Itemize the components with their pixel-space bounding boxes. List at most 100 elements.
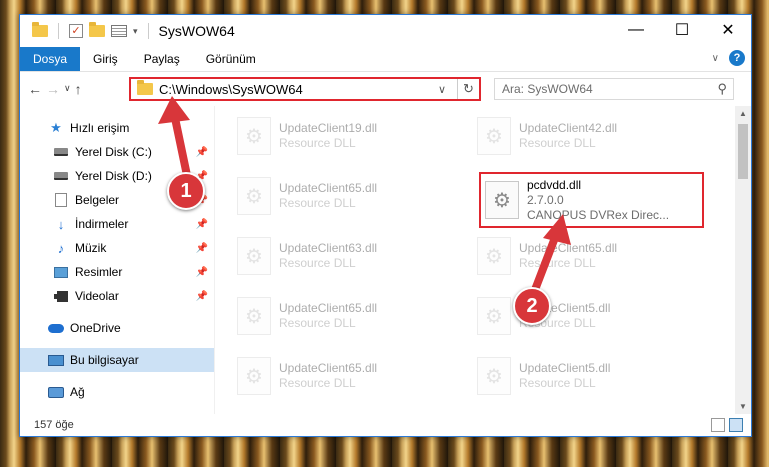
ribbon-tabs: Dosya Giriş Paylaş Görünüm ∨ ? <box>20 47 751 71</box>
item-count: 157 öğe <box>34 419 74 431</box>
file-name: UpdateClient63.dll <box>279 241 378 255</box>
file-item[interactable]: ⚙ UpdateClient65.dll Resource DLL <box>477 230 697 282</box>
step-badge-1: 1 <box>167 172 205 210</box>
address-bar[interactable]: C:\Windows\SysWOW64 ∨ ↻ <box>129 77 481 101</box>
file-item[interactable]: ⚙ UpdateClient63.dll Resource DLL <box>237 230 457 282</box>
sidebar-item-this-pc[interactable]: Bu bilgisayar <box>20 348 214 372</box>
back-arrow-icon[interactable]: ← <box>28 81 42 97</box>
tab-file[interactable]: Dosya <box>20 47 81 71</box>
file-description: Resource DLL <box>279 316 356 330</box>
sidebar-item-onedrive[interactable]: OneDrive <box>20 316 214 340</box>
pin-icon[interactable]: 📌 <box>196 291 208 302</box>
music-icon: ♪ <box>57 240 65 256</box>
scrollbar-thumb[interactable] <box>738 124 748 179</box>
refresh-icon[interactable]: ↻ <box>457 79 479 99</box>
file-description: Resource DLL <box>279 136 356 150</box>
file-description: Resource DLL <box>279 196 356 210</box>
navigation-pane: ★ Hızlı erişim Yerel Disk (C:) 📌 Yerel D… <box>20 106 215 414</box>
address-dropdown-icon[interactable]: ∨ <box>433 83 451 96</box>
network-icon <box>48 384 64 400</box>
dll-file-icon: ⚙ <box>477 297 511 335</box>
search-input[interactable]: Ara: SysWOW64 ⚲ <box>494 78 734 100</box>
sidebar-item-label: OneDrive <box>70 321 121 335</box>
pin-icon[interactable]: 📌 <box>196 267 208 278</box>
file-description: CANOPUS DVRex Direc... <box>527 207 670 222</box>
file-name: UpdateClient65.dll <box>519 241 618 255</box>
customize-dropdown-icon[interactable]: ▾ <box>133 26 138 37</box>
address-path[interactable]: C:\Windows\SysWOW64 <box>159 82 427 97</box>
sidebar-item-music[interactable]: ♪ Müzik 📌 <box>20 236 214 260</box>
pin-icon[interactable]: 📌 <box>196 219 208 230</box>
maximize-button[interactable]: ☐ <box>659 15 705 45</box>
file-item-pcdvdd[interactable]: ⚙ pcdvdd.dll 2.7.0.0 CANOPUS DVRex Direc… <box>479 172 704 228</box>
navigation-buttons: ← → ∨ ↑ <box>20 81 130 97</box>
sidebar-item-label: Ağ <box>70 385 85 399</box>
vertical-scrollbar[interactable]: ▲ ▼ <box>735 106 751 414</box>
window-title: SysWOW64 <box>158 23 235 39</box>
file-name: pcdvdd.dll <box>527 177 582 192</box>
file-item[interactable]: ⚙ UpdateClient65.dll Resource DLL <box>237 350 457 402</box>
file-name: UpdateClient65.dll <box>279 301 378 315</box>
file-version: 2.7.0.0 <box>527 192 564 207</box>
file-item[interactable]: ⚙ UpdateClient65.dll Resource DLL <box>237 290 457 342</box>
tab-share[interactable]: Paylaş <box>131 47 193 71</box>
scroll-down-icon[interactable]: ▼ <box>735 402 751 411</box>
help-icon[interactable]: ? <box>729 50 745 66</box>
pin-icon[interactable]: 📌 <box>196 147 208 158</box>
up-arrow-icon[interactable]: ↑ <box>75 81 82 97</box>
dll-file-icon: ⚙ <box>237 237 271 275</box>
close-button[interactable]: ✕ <box>705 15 751 45</box>
file-item[interactable]: ⚙ UpdateClient42.dll Resource DLL <box>477 110 697 162</box>
tab-home[interactable]: Giriş <box>80 47 131 71</box>
file-item[interactable]: ⚙ UpdateClient19.dll Resource DLL <box>237 110 457 162</box>
sidebar-item-pictures[interactable]: Resimler 📌 <box>20 260 214 284</box>
sidebar-item-network[interactable]: Ağ <box>20 380 214 404</box>
folder-icon <box>137 80 153 95</box>
file-item[interactable]: ⚙ UpdateClient5.dll Resource DLL <box>477 290 697 342</box>
scroll-up-icon[interactable]: ▲ <box>735 109 751 118</box>
file-item[interactable]: ⚙ UpdateClient65.dll Resource DLL <box>237 170 457 222</box>
properties-icon[interactable] <box>111 25 127 37</box>
new-folder-icon[interactable] <box>89 22 105 37</box>
toolbar-divider <box>147 23 149 39</box>
cloud-icon <box>48 320 64 336</box>
quick-access-toolbar: ✓ ▾ <box>20 22 153 39</box>
pictures-icon <box>53 264 69 280</box>
dll-file-icon: ⚙ <box>237 117 271 155</box>
dll-file-icon: ⚙ <box>477 117 511 155</box>
file-description: Resource DLL <box>279 256 356 270</box>
star-icon: ★ <box>50 120 62 135</box>
title-bar: ✓ ▾ SysWOW64 — ☐ ✕ <box>20 15 751 47</box>
search-placeholder: Ara: SysWOW64 <box>502 82 593 96</box>
folder-icon <box>32 22 48 37</box>
pin-icon[interactable]: 📌 <box>196 243 208 254</box>
details-view-icon[interactable] <box>711 418 725 432</box>
sidebar-item-label: Hızlı erişim <box>70 121 130 135</box>
sidebar-item-videos[interactable]: Videolar 📌 <box>20 284 214 308</box>
tab-view[interactable]: Görünüm <box>193 47 269 71</box>
sidebar-item-label: Resimler <box>75 265 123 279</box>
dll-file-icon: ⚙ <box>237 357 271 395</box>
sidebar-item-quick-access[interactable]: ★ Hızlı erişim <box>20 116 214 140</box>
toolbar-divider <box>58 23 59 39</box>
file-list: ⚙ UpdateClient19.dll Resource DLL ⚙ Upda… <box>215 106 751 414</box>
file-item[interactable]: ⚙ UpdateClient5.dll Resource DLL <box>477 350 697 402</box>
minimize-button[interactable]: — <box>613 15 659 45</box>
recent-dropdown-icon[interactable]: ∨ <box>64 83 71 94</box>
tiles-view-icon[interactable] <box>729 418 743 432</box>
sidebar-item-label: Yerel Disk (C:) <box>75 145 152 159</box>
sidebar-item-downloads[interactable]: ↓ İndirmeler 📌 <box>20 212 214 236</box>
expand-ribbon-icon[interactable]: ∨ <box>712 53 719 64</box>
properties-check-icon[interactable]: ✓ <box>69 24 83 38</box>
dll-file-icon: ⚙ <box>237 177 271 215</box>
document-icon <box>53 192 69 208</box>
address-row: ← → ∨ ↑ C:\Windows\SysWOW64 ∨ ↻ Ara: Sys… <box>20 71 751 105</box>
dll-file-icon: ⚙ <box>477 357 511 395</box>
dll-file-icon: ⚙ <box>477 237 511 275</box>
sidebar-item-disk-c[interactable]: Yerel Disk (C:) 📌 <box>20 140 214 164</box>
window-controls: — ☐ ✕ <box>613 15 751 45</box>
forward-arrow-icon[interactable]: → <box>46 81 60 97</box>
drive-icon <box>53 168 69 184</box>
explorer-window: ✓ ▾ SysWOW64 — ☐ ✕ Dosya Giriş Paylaş Gö… <box>19 14 752 437</box>
file-description: Resource DLL <box>519 376 596 390</box>
